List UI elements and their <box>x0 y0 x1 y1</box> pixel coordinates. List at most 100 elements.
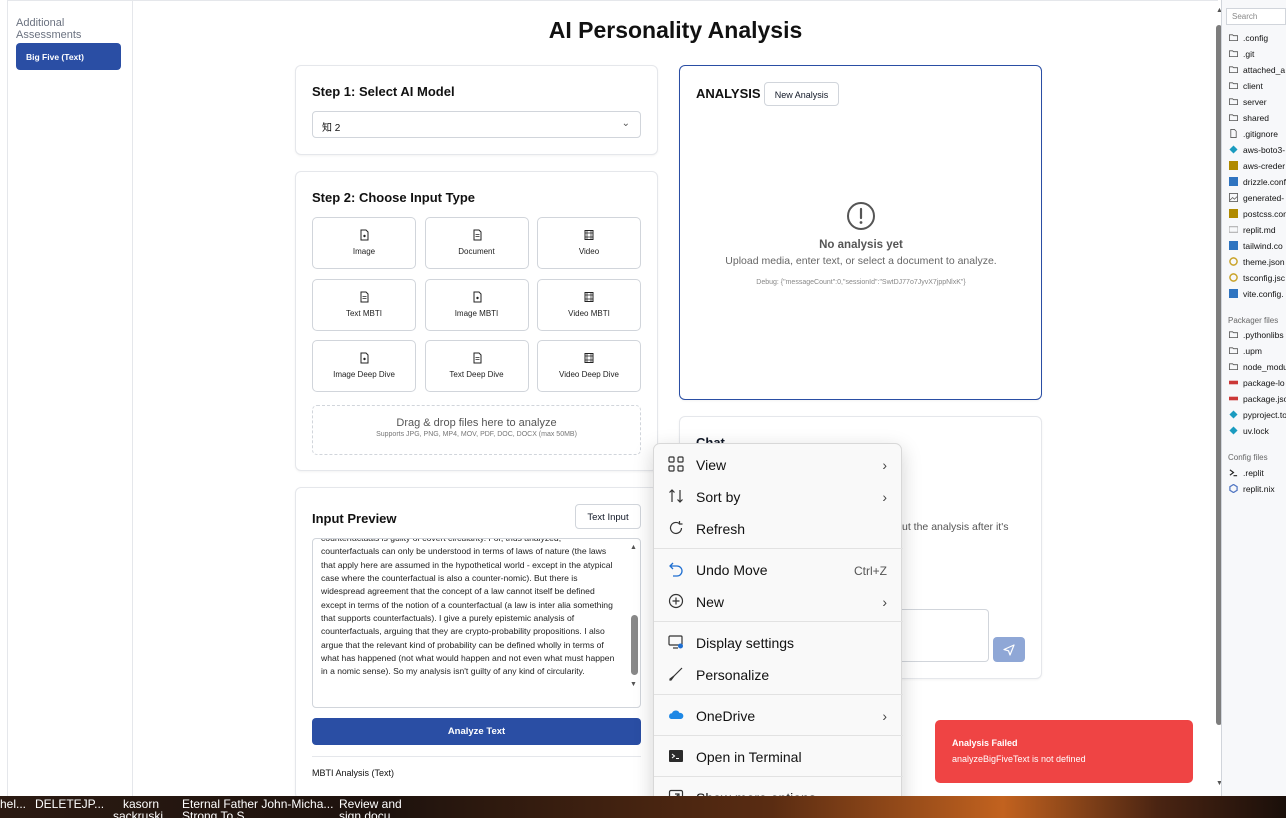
file-tree-item[interactable]: replit.nix <box>1229 484 1275 498</box>
chat-hint: ut the analysis after it's <box>902 521 1009 533</box>
file-tree-item[interactable]: postcss.con <box>1229 209 1286 223</box>
file-name: tsconfig.jsc <box>1243 273 1286 283</box>
menu-item-view[interactable]: View › <box>654 447 903 479</box>
error-toast[interactable]: Analysis Failed analyzeBigFiveText is no… <box>935 720 1193 783</box>
file-icon <box>1230 129 1237 138</box>
sidebar-item-big-five[interactable]: Big Five (Text) <box>16 43 121 70</box>
file-tree-item[interactable]: pyproject.to <box>1229 410 1286 424</box>
ts-icon <box>1229 177 1238 186</box>
terminal-icon <box>1229 469 1238 477</box>
taskbar-item-subtitle: Strong To S... <box>182 809 255 818</box>
chat-input[interactable] <box>890 609 989 662</box>
python-icon <box>1229 145 1238 154</box>
text-input-area[interactable]: counterfactuals is guilty of covert circ… <box>312 538 641 708</box>
film-icon <box>584 230 594 240</box>
file-name: aws-creder <box>1243 161 1286 171</box>
file-name: attached_a <box>1243 65 1286 75</box>
input-type-button[interactable]: Image MBTI <box>424 278 529 331</box>
file-name: pyproject.to <box>1243 410 1286 420</box>
file-tree-item[interactable]: uv.lock <box>1229 426 1269 440</box>
file-tree-item[interactable]: client <box>1229 81 1263 95</box>
input-type-button[interactable]: Text Deep Dive <box>424 340 529 392</box>
terminal-icon <box>669 750 683 762</box>
menu-item-undo-move[interactable]: Undo Move Ctrl+Z <box>654 552 903 584</box>
input-type-button[interactable]: Video MBTI <box>537 278 641 331</box>
file-tree-item[interactable]: server <box>1229 97 1267 111</box>
folder-icon <box>1229 114 1238 122</box>
menu-item-refresh[interactable]: Refresh <box>654 511 903 543</box>
file-tree-item[interactable]: .gitignore <box>1229 129 1278 143</box>
scroll-up-icon[interactable]: ▲ <box>630 544 637 551</box>
menu-item-new[interactable]: New › <box>654 584 903 616</box>
dropzone[interactable]: Drag & drop files here to analyze Suppor… <box>312 405 641 455</box>
file-tree-item[interactable]: .git <box>1229 49 1254 63</box>
file-tree-item[interactable]: drizzle.conf <box>1229 177 1286 191</box>
input-type-button[interactable]: Image Deep Dive <box>312 340 416 392</box>
analysis-card: ANALYSIS New Analysis No analysis yet Up… <box>679 65 1042 400</box>
file-tree-item[interactable]: .pythonlibs <box>1229 330 1284 344</box>
folder-icon <box>1229 363 1238 371</box>
document-icon <box>360 291 369 302</box>
file-tree-item[interactable]: package-lo <box>1229 378 1285 392</box>
file-search-input[interactable]: Search <box>1226 8 1286 25</box>
menu-item-open-in-terminal[interactable]: Open in Terminal <box>654 739 903 771</box>
file-tree-item[interactable]: attached_a <box>1229 65 1285 79</box>
menu-item-label: Display settings <box>696 635 795 651</box>
menu-separator <box>654 776 903 777</box>
model-select[interactable]: 知 2 ⌄ <box>312 111 641 138</box>
file-tree-item[interactable]: aws-boto3- <box>1229 145 1285 159</box>
file-tree-item[interactable]: tsconfig.jsc <box>1229 273 1285 287</box>
file-name: .replit <box>1243 468 1264 478</box>
file-tree-item[interactable]: .replit <box>1229 468 1264 482</box>
menu-item-display-settings[interactable]: Display settings <box>654 625 903 657</box>
chevron-right-icon: › <box>882 489 887 505</box>
json-icon <box>1229 273 1238 282</box>
file-name: aws-boto3- <box>1243 145 1286 155</box>
analyze-text-button[interactable]: Analyze Text <box>312 718 641 745</box>
file-tree-item[interactable]: aws-creder <box>1229 161 1285 175</box>
menu-item-onedrive[interactable]: OneDrive › <box>654 698 903 730</box>
textarea-scrollbar[interactable]: ▲ ▼ <box>630 544 638 693</box>
taskbar-item[interactable]: hel... <box>0 797 26 811</box>
file-tree-item[interactable]: tailwind.co <box>1229 241 1283 255</box>
menu-item-label: OneDrive <box>696 708 756 724</box>
file-tree-item[interactable]: vite.config. <box>1229 289 1284 303</box>
input-type-button[interactable]: Text MBTI <box>312 278 416 331</box>
file-name: shared <box>1243 113 1269 123</box>
scrollbar-thumb[interactable] <box>631 615 638 675</box>
empty-state: No analysis yet Upload media, enter text… <box>680 201 1042 286</box>
file-name: package.jso <box>1243 394 1286 404</box>
file-tree-item[interactable]: generated- <box>1229 193 1284 207</box>
scroll-down-icon[interactable]: ▼ <box>630 681 637 688</box>
send-button[interactable] <box>993 637 1025 662</box>
file-name: server <box>1243 97 1267 107</box>
file-tree-item[interactable]: .upm <box>1229 346 1262 360</box>
menu-item-sort-by[interactable]: Sort by › <box>654 479 903 511</box>
document-icon <box>473 229 481 241</box>
send-icon <box>1003 644 1015 656</box>
python-icon <box>1229 426 1238 435</box>
step2-title: Step 2: Choose Input Type <box>312 190 475 205</box>
file-tree-item[interactable]: package.jso <box>1229 394 1286 408</box>
menu-item-personalize[interactable]: Personalize <box>654 657 903 689</box>
file-tree-item[interactable]: replit.md <box>1229 225 1276 239</box>
file-tree-item[interactable]: shared <box>1229 113 1269 127</box>
file-name: tailwind.co <box>1243 241 1283 251</box>
input-type-button[interactable]: Document <box>424 217 529 269</box>
input-type-label: Text MBTI <box>345 308 382 318</box>
taskbar: hel... DELETEJP... kasorn sackruski Eter… <box>0 796 1286 818</box>
input-type-button[interactable]: Video <box>537 217 641 269</box>
menu-item-label: Undo Move <box>696 562 768 578</box>
folder-icon <box>1229 34 1238 42</box>
taskbar-item-subtitle: sackruski <box>113 809 164 818</box>
file-tree-item[interactable]: node_modul <box>1229 362 1286 376</box>
file-tree-item[interactable]: theme.json <box>1229 257 1285 271</box>
debug-text: Debug: {"messageCount":0,"sessionId":"Sw… <box>756 279 966 286</box>
input-type-button[interactable]: Image <box>312 217 416 269</box>
file-tree-item[interactable]: .config <box>1229 33 1268 47</box>
new-analysis-button[interactable]: New Analysis <box>764 82 839 106</box>
input-type-button[interactable]: Video Deep Dive <box>537 340 641 392</box>
taskbar-item[interactable]: DELETEJP... <box>35 797 104 811</box>
text-input-button[interactable]: Text Input <box>575 504 641 529</box>
sort-icon <box>669 489 683 503</box>
